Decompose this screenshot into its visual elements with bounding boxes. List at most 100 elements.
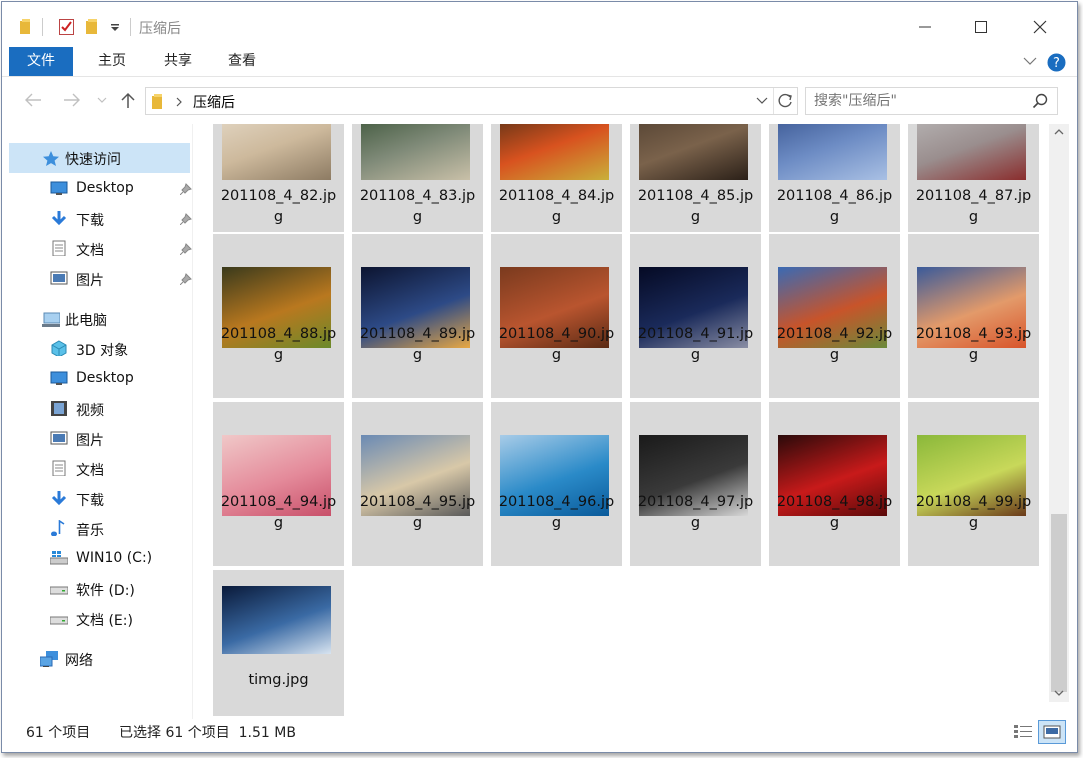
folder-icon[interactable] — [19, 19, 33, 35]
address-bar[interactable]: 压缩后 — [145, 87, 798, 115]
back-arrow-icon[interactable] — [24, 93, 42, 107]
close-icon — [1033, 20, 1047, 34]
large-icons-view-button[interactable] — [1038, 720, 1066, 744]
scrollbar-thumb[interactable] — [1051, 514, 1067, 692]
file-name: 201108_4_94.jpg — [220, 494, 337, 531]
customize-dropdown-icon[interactable] — [110, 24, 120, 32]
file-item[interactable]: 201108_4_89.jpg — [352, 234, 483, 398]
sidebar-item-drive[interactable]: 文档 (E:) — [9, 604, 190, 634]
image-thumbnail — [222, 586, 331, 654]
ribbon-expand-chevron-icon[interactable] — [1023, 57, 1037, 66]
sidebar-item-label: 视频 — [76, 403, 104, 419]
explorer-window: 压缩后 文件 主页 共享 查看 ? 压缩后 搜索"压缩后" 快速访问 Deskt… — [1, 1, 1078, 753]
selection-info: 已选择 61 个项目 1.51 MB — [119, 725, 296, 741]
tab-file[interactable]: 文件 — [9, 47, 73, 76]
tab-home[interactable]: 主页 — [87, 47, 137, 76]
ribbon-tabs: 文件 主页 共享 查看 ? — [2, 47, 1077, 77]
file-item[interactable]: 201108_4_90.jpg — [491, 234, 622, 398]
sidebar-item-label: 网络 — [65, 653, 93, 669]
file-item[interactable]: 201108_4_85.jpg — [630, 124, 761, 232]
help-icon[interactable]: ? — [1047, 53, 1066, 72]
sidebar-item-video[interactable]: 视频 — [9, 394, 190, 424]
sidebar-item-desktop[interactable]: Desktop — [9, 174, 192, 204]
sidebar-item-network[interactable]: 网络 — [9, 644, 190, 674]
file-name: 201108_4_90.jpg — [498, 326, 615, 363]
recent-locations-chevron-icon[interactable] — [97, 97, 107, 104]
scroll-down-icon[interactable] — [1054, 690, 1064, 696]
file-name: 201108_4_84.jpg — [498, 188, 615, 225]
status-bar: 61 个项目 已选择 61 个项目 1.51 MB — [2, 719, 1077, 752]
tab-share[interactable]: 共享 — [153, 47, 203, 76]
title-bar: 压缩后 — [2, 2, 1077, 42]
sidebar-item-label: 文档 (E:) — [76, 613, 133, 629]
scroll-up-icon[interactable] — [1054, 129, 1064, 135]
properties-checkbox-icon[interactable] — [58, 18, 76, 36]
new-folder-icon[interactable] — [84, 18, 100, 36]
sidebar-item-this-pc[interactable]: 此电脑 — [9, 304, 190, 334]
vertical-scrollbar[interactable] — [1049, 124, 1069, 702]
file-item[interactable]: 201108_4_96.jpg — [491, 402, 622, 566]
windows-drive-icon — [50, 551, 68, 565]
maximize-button[interactable] — [958, 12, 1004, 42]
file-item[interactable]: timg.jpg — [213, 570, 344, 716]
desktop-icon — [50, 371, 68, 385]
tab-view[interactable]: 查看 — [217, 47, 267, 76]
sidebar-item-pictures[interactable]: 图片 — [9, 424, 190, 454]
sidebar-item-drive[interactable]: 软件 (D:) — [9, 574, 190, 604]
image-thumbnail — [778, 124, 887, 180]
file-item[interactable]: 201108_4_82.jpg — [213, 124, 344, 232]
forward-arrow-icon[interactable] — [63, 93, 81, 107]
file-item[interactable]: 201108_4_84.jpg — [491, 124, 622, 232]
address-history-chevron-icon[interactable] — [756, 97, 768, 105]
details-view-icon[interactable] — [1013, 723, 1033, 739]
sidebar-item-windows-drive[interactable]: WIN10 (C:) — [9, 544, 190, 574]
sidebar-item-quick-access[interactable]: 快速访问 — [9, 143, 190, 173]
file-name: 201108_4_85.jpg — [637, 188, 754, 225]
file-item[interactable]: 201108_4_92.jpg — [769, 234, 900, 398]
file-item[interactable]: 201108_4_98.jpg — [769, 402, 900, 566]
sidebar-item-3d-objects[interactable]: 3D 对象 — [9, 334, 190, 364]
sidebar-item-label: 软件 (D:) — [76, 583, 135, 599]
sidebar-item-document[interactable]: 文档 — [9, 234, 192, 264]
file-item[interactable]: 201108_4_93.jpg — [908, 234, 1039, 398]
file-item[interactable]: 201108_4_86.jpg — [769, 124, 900, 232]
sidebar-item-music-note[interactable]: 音乐 — [9, 514, 190, 544]
sidebar-item-desktop[interactable]: Desktop — [9, 364, 190, 394]
sidebar-item-pictures[interactable]: 图片 — [9, 264, 192, 294]
pin-icon[interactable] — [180, 273, 192, 285]
sidebar-item-label: WIN10 (C:) — [76, 550, 153, 566]
file-item[interactable]: 201108_4_88.jpg — [213, 234, 344, 398]
download-arrow-icon — [51, 211, 67, 226]
minimize-button[interactable] — [902, 12, 948, 42]
maximize-icon — [975, 21, 987, 33]
image-thumbnail — [222, 124, 331, 180]
close-button[interactable] — [1017, 12, 1063, 42]
refresh-icon[interactable] — [777, 93, 793, 109]
file-item[interactable]: 201108_4_99.jpg — [908, 402, 1039, 566]
file-item[interactable]: 201108_4_94.jpg — [213, 402, 344, 566]
breadcrumb-current-folder[interactable]: 压缩后 — [193, 92, 235, 112]
folder-icon — [152, 94, 162, 109]
file-item[interactable]: 201108_4_83.jpg — [352, 124, 483, 232]
up-arrow-icon[interactable] — [121, 92, 135, 109]
sidebar-item-download-arrow[interactable]: 下载 — [9, 484, 190, 514]
file-name: 201108_4_87.jpg — [915, 188, 1032, 225]
pin-icon[interactable] — [180, 243, 192, 255]
pin-icon[interactable] — [180, 213, 192, 225]
sidebar-item-label: Desktop — [76, 180, 134, 196]
search-input[interactable] — [814, 92, 1024, 110]
file-item[interactable]: 201108_4_87.jpg — [908, 124, 1039, 232]
sidebar-item-download-arrow[interactable]: 下载 — [9, 204, 192, 234]
search-icon[interactable] — [1032, 93, 1048, 109]
file-item[interactable]: 201108_4_97.jpg — [630, 402, 761, 566]
pictures-icon — [50, 431, 68, 445]
file-item[interactable]: 201108_4_91.jpg — [630, 234, 761, 398]
sidebar-item-document[interactable]: 文档 — [9, 454, 190, 484]
network-icon — [40, 651, 58, 667]
download-arrow-icon — [51, 491, 67, 506]
minimize-icon — [919, 26, 931, 28]
pin-icon[interactable] — [180, 183, 192, 195]
file-name: 201108_4_97.jpg — [637, 494, 754, 531]
file-item[interactable]: 201108_4_95.jpg — [352, 402, 483, 566]
search-box[interactable] — [805, 87, 1058, 115]
